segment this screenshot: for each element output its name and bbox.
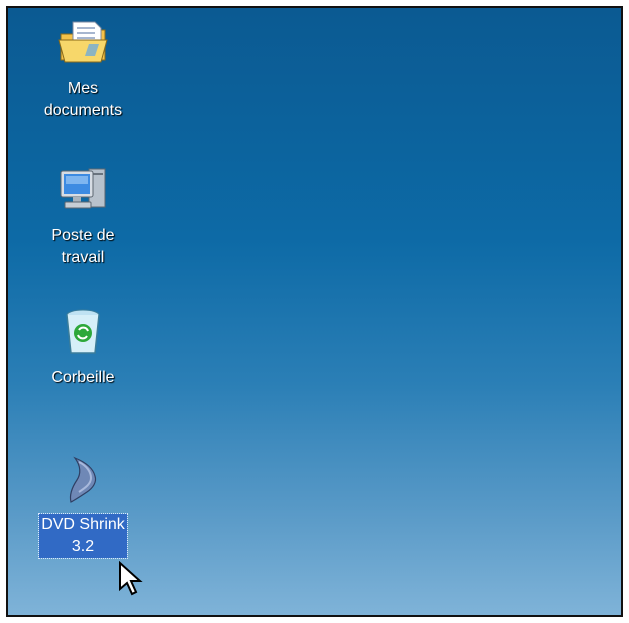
desktop-icon-corbeille[interactable]: Corbeille (28, 305, 138, 389)
desktop-icon-poste-de-travail[interactable]: Poste de travail (28, 163, 138, 269)
desktop-icon-label: Mes documents (43, 80, 123, 119)
desktop[interactable]: Mes documents Poste de travail Corbeille… (6, 6, 623, 617)
desktop-icon-label: DVD Shrink 3.2 (38, 513, 128, 559)
mouse-pointer-icon (119, 561, 143, 596)
desktop-icon-label: Corbeille (51, 369, 115, 386)
desktop-icon-label: Poste de travail (51, 227, 115, 266)
desktop-icon-dvd-shrink[interactable]: DVD Shrink 3.2 (28, 452, 138, 559)
documents-folder-icon (58, 21, 108, 63)
dvd-shrink-icon (69, 456, 97, 503)
my-computer-icon (60, 168, 106, 209)
desktop-icon-mes-documents[interactable]: Mes documents (28, 16, 138, 122)
recycle-bin-icon (66, 309, 100, 354)
